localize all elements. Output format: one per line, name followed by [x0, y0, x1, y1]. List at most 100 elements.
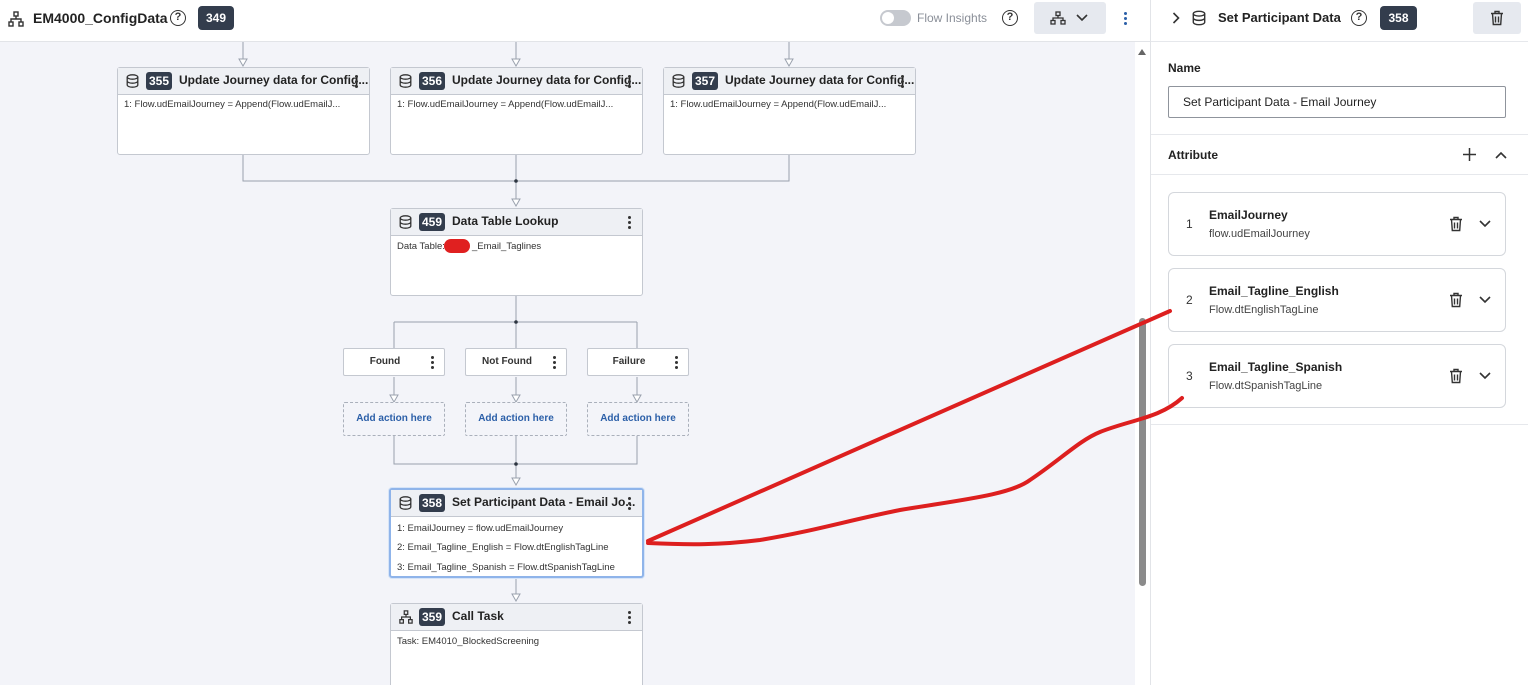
node-header: 355 Update Journey data for Config...	[118, 68, 369, 95]
chevron-down-icon[interactable]	[1478, 371, 1492, 381]
node-title: Update Journey data for Config...	[725, 73, 915, 87]
chevron-down-icon[interactable]	[1478, 219, 1492, 229]
outcome-label: Failure	[612, 356, 646, 367]
node-title: Update Journey data for Config...	[179, 73, 369, 87]
outcome-menu-icon[interactable]	[675, 356, 679, 371]
attribute-name: Email_Tagline_Spanish	[1209, 360, 1343, 374]
delete-node-button[interactable]	[1473, 2, 1521, 34]
trash-icon[interactable]	[1449, 292, 1463, 308]
database-icon	[399, 215, 412, 229]
attribute-card-emailjourney[interactable]: 1 EmailJourney flow.udEmailJourney	[1168, 192, 1506, 256]
outcome-label: Found	[369, 356, 401, 367]
database-icon	[1192, 10, 1206, 26]
flow-toolbar: EM4000_ConfigData ? 349 Flow Insights ?	[0, 0, 1150, 42]
node-header: 356 Update Journey data for Config...	[391, 68, 642, 95]
canvas-scrollbar[interactable]	[1135, 42, 1150, 685]
attribute-card-tagline-spanish[interactable]: 3 Email_Tagline_Spanish Flow.dtSpanishTa…	[1168, 344, 1506, 408]
node-id-badge: 459	[419, 213, 446, 231]
flow-task-icon	[399, 610, 413, 624]
trash-icon[interactable]	[1449, 216, 1463, 232]
outcome-menu-icon[interactable]	[553, 356, 557, 371]
scroll-up-arrow-icon[interactable]	[1138, 49, 1146, 55]
flow-node-359[interactable]: 359 Call Task Task: EM4010_BlockedScreen…	[390, 603, 643, 685]
node-header: 459 Data Table Lookup	[391, 209, 642, 236]
divider	[1151, 41, 1528, 42]
scroll-thumb[interactable]	[1139, 318, 1146, 586]
node-menu-icon[interactable]	[628, 216, 632, 231]
node-title: Call Task	[452, 609, 504, 623]
outcome-found[interactable]: Found	[343, 348, 445, 376]
panel-title: Set Participant Data	[1218, 10, 1341, 25]
database-icon	[399, 74, 412, 88]
flow-insights-help-icon[interactable]: ?	[1002, 10, 1018, 26]
attribute-index: 3	[1186, 369, 1193, 383]
flow-node-459[interactable]: 459 Data Table Lookup Data Table: _Email…	[390, 208, 643, 296]
properties-panel: Set Participant Data ? 358 Name Attribut…	[1150, 0, 1528, 685]
more-options-icon[interactable]	[1124, 12, 1128, 27]
flow-node-358[interactable]: 358 Set Participant Data - Email Jo... 1…	[389, 488, 644, 578]
flow-id-badge: 349	[198, 6, 234, 30]
flow-canvas[interactable]: 355 Update Journey data for Config... 1:…	[0, 42, 1135, 685]
node-title: Data Table Lookup	[452, 214, 559, 228]
flow-node-356[interactable]: 356 Update Journey data for Config... 1:…	[390, 67, 643, 155]
node-title: Update Journey data for Config...	[452, 73, 642, 87]
chevron-up-icon[interactable]	[1494, 150, 1508, 160]
help-icon[interactable]: ?	[170, 10, 186, 26]
outcome-failure[interactable]: Failure	[587, 348, 689, 376]
layout-view-button[interactable]	[1034, 2, 1106, 34]
chevron-right-icon[interactable]	[1172, 12, 1180, 24]
flow-insights-label: Flow Insights	[917, 11, 988, 25]
divider	[1151, 134, 1528, 135]
chevron-down-icon	[1076, 14, 1088, 22]
node-detail-line: 1: Flow.udEmailJourney = Append(Flow.udE…	[670, 99, 887, 110]
node-menu-icon[interactable]	[628, 611, 632, 626]
database-icon	[126, 74, 139, 88]
flow-hierarchy-icon	[8, 11, 24, 27]
add-action-not-found[interactable]: Add action here	[465, 402, 567, 436]
node-detail-line: 1: EmailJourney = flow.udEmailJourney	[397, 523, 564, 534]
database-icon	[672, 74, 685, 88]
node-id-badge: 357	[692, 72, 719, 90]
node-title: Set Participant Data - Email Jo...	[452, 495, 636, 509]
name-input[interactable]	[1168, 86, 1506, 118]
outcome-menu-icon[interactable]	[431, 356, 435, 371]
attribute-value: Flow.dtSpanishTagLine	[1209, 380, 1323, 392]
add-action-failure[interactable]: Add action here	[587, 402, 689, 436]
attribute-index: 1	[1186, 217, 1193, 231]
node-id-badge: 356	[419, 72, 446, 90]
flow-node-357[interactable]: 357 Update Journey data for Config... 1:…	[663, 67, 916, 155]
node-detail-line: 1: Flow.udEmailJourney = Append(Flow.udE…	[124, 99, 341, 110]
node-detail-line: 3: Email_Tagline_Spanish = Flow.dtSpanis…	[397, 562, 615, 573]
node-detail-line: 1: Flow.udEmailJourney = Append(Flow.udE…	[397, 99, 614, 110]
attribute-card-tagline-english[interactable]: 2 Email_Tagline_English Flow.dtEnglishTa…	[1168, 268, 1506, 332]
redaction-scribble	[444, 239, 470, 253]
attribute-index: 2	[1186, 293, 1193, 307]
attribute-name: Email_Tagline_English	[1209, 284, 1339, 298]
node-menu-icon[interactable]	[901, 75, 905, 90]
chevron-down-icon[interactable]	[1478, 295, 1492, 305]
outcome-not-found[interactable]: Not Found	[465, 348, 567, 376]
node-id-badge: 355	[146, 72, 173, 90]
node-id-badge: 358	[1380, 6, 1417, 30]
help-icon[interactable]: ?	[1351, 10, 1367, 26]
node-detail-line: Data Table:	[397, 241, 445, 252]
trash-icon[interactable]	[1449, 368, 1463, 384]
node-detail-line: 2: Email_Tagline_English = Flow.dtEnglis…	[397, 542, 609, 553]
node-detail-line: Task: EM4010_BlockedScreening	[397, 636, 540, 647]
node-menu-icon[interactable]	[628, 75, 632, 90]
node-id-badge: 358	[419, 494, 446, 512]
database-icon	[399, 496, 412, 510]
flow-hierarchy-icon	[1050, 11, 1066, 25]
add-action-found[interactable]: Add action here	[343, 402, 445, 436]
flow-insights-toggle[interactable]	[880, 10, 911, 26]
node-header: 359 Call Task	[391, 604, 642, 631]
flow-node-355[interactable]: 355 Update Journey data for Config... 1:…	[117, 67, 370, 155]
add-icon[interactable]	[1463, 148, 1476, 161]
attribute-name: EmailJourney	[1209, 208, 1288, 222]
divider	[1151, 174, 1528, 175]
name-label: Name	[1168, 61, 1201, 75]
node-menu-icon[interactable]	[355, 75, 359, 90]
divider	[1151, 424, 1528, 425]
node-menu-icon[interactable]	[628, 497, 632, 512]
trash-icon	[1491, 10, 1503, 26]
